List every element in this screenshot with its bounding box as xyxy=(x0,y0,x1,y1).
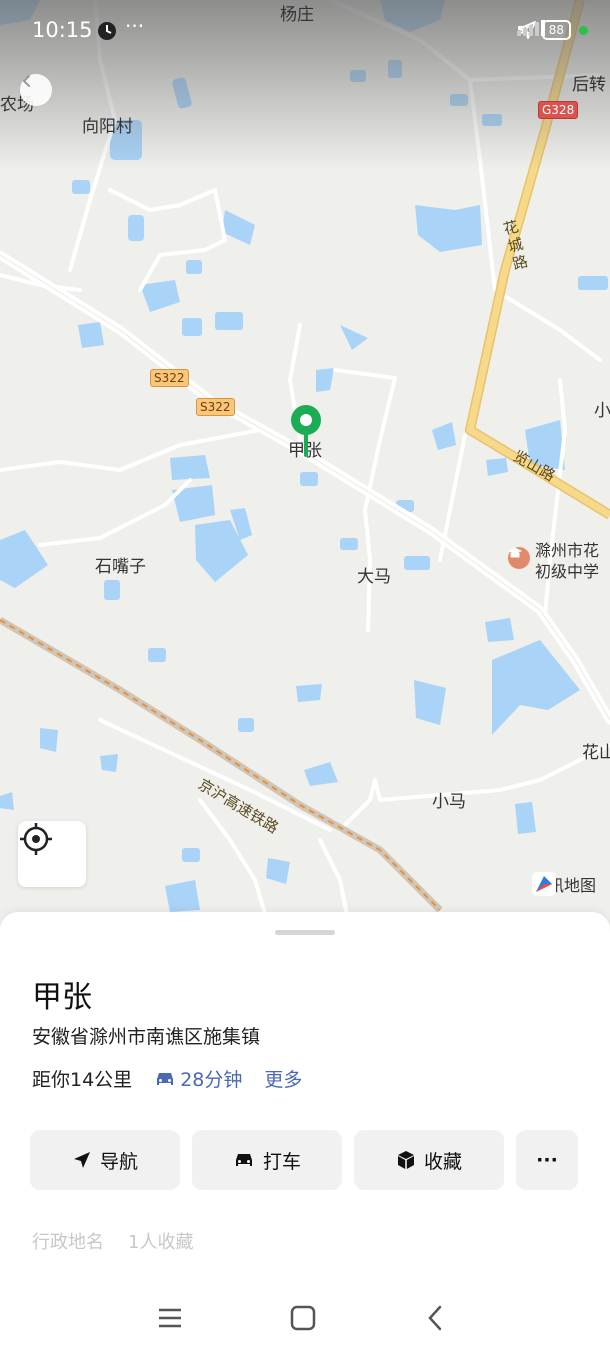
car-icon xyxy=(157,1072,174,1085)
g328-shield: G328 xyxy=(538,101,579,119)
map-label-huashan[interactable]: 花山 xyxy=(582,738,610,763)
drive-time-link[interactable]: 28分钟 xyxy=(154,1065,242,1092)
system-navigation-bar xyxy=(0,1280,610,1356)
battery-level: 88 xyxy=(548,23,564,37)
place-info-line: 距你14公里 28分钟 更多 xyxy=(32,1065,302,1092)
cube-icon xyxy=(397,1151,414,1169)
place-title: 甲张 xyxy=(32,980,92,1015)
system-back-button[interactable] xyxy=(415,1302,455,1334)
favorite-button[interactable]: 收藏 xyxy=(354,1130,504,1190)
status-indicators: 5G 88 xyxy=(517,20,588,40)
more-actions-button[interactable]: ··· xyxy=(516,1130,578,1190)
menu-lines-icon xyxy=(159,1308,181,1328)
navigate-button[interactable]: 导航 xyxy=(30,1130,180,1190)
place-tags: 行政地名 1人收藏 xyxy=(32,1228,193,1254)
map-label-houzhuan[interactable]: 后转 xyxy=(572,70,606,95)
distance-text: 距你14公里 xyxy=(32,1069,133,1091)
back-chevron-icon xyxy=(428,1305,442,1331)
map-label-shizuizi[interactable]: 石嘴子 xyxy=(95,552,146,577)
navigation-arrow-icon xyxy=(73,1152,90,1168)
map-label-xiao[interactable]: 小 xyxy=(594,396,610,421)
map-label-xiaoma[interactable]: 小马 xyxy=(432,787,466,812)
map-label-school[interactable]: 滁州市花 初级中学 xyxy=(535,540,599,582)
green-dot-indicator xyxy=(579,25,588,35)
school-label-line2: 初级中学 xyxy=(535,562,600,581)
school-icon[interactable] xyxy=(508,547,530,569)
crosshair-icon xyxy=(20,823,52,855)
navigate-label: 导航 xyxy=(99,1150,138,1173)
more-notifications-icon: ··· xyxy=(125,14,145,38)
taxi-button[interactable]: 打车 xyxy=(192,1130,342,1190)
place-address: 安徽省滁州市南谯区施集镇 xyxy=(32,1026,261,1048)
back-button[interactable] xyxy=(20,74,52,106)
taxi-car-icon xyxy=(235,1154,252,1166)
sheet-grabber-handle[interactable] xyxy=(275,930,335,935)
recent-apps-button[interactable] xyxy=(150,1302,190,1334)
action-buttons: 导航 打车 收藏 ··· xyxy=(30,1130,578,1190)
map-label-xiangyang[interactable]: 向阳村 xyxy=(82,112,133,137)
drive-time: 28分钟 xyxy=(180,1069,243,1091)
tag-favorites: 1人收藏 xyxy=(128,1232,194,1253)
square-home-icon xyxy=(290,1305,316,1331)
locate-me-button[interactable] xyxy=(18,821,86,887)
home-button[interactable] xyxy=(283,1302,323,1334)
school-label-line1: 滁州市花 xyxy=(535,541,600,560)
signal-weak-icon xyxy=(517,22,540,36)
status-bar: 10:15 ··· 5G 88 xyxy=(0,0,610,62)
tag-admin: 行政地名 xyxy=(32,1232,104,1253)
tencent-map-logo-icon xyxy=(531,872,556,896)
map-label-dama[interactable]: 大马 xyxy=(357,562,391,587)
s322-shield-1: S322 xyxy=(150,369,189,387)
status-time: 10:15 xyxy=(32,18,93,42)
ellipsis-icon: ··· xyxy=(536,1149,558,1171)
s322-shield-2: S322 xyxy=(196,398,235,416)
taxi-label: 打车 xyxy=(262,1150,301,1173)
map-brand: 腾讯地图 xyxy=(531,872,596,896)
favorite-label: 收藏 xyxy=(423,1150,462,1173)
more-link[interactable]: 更多 xyxy=(264,1065,302,1092)
map-view[interactable]: 杨庄 农场 向阳村 后转 G328 花城路 小 览山路 S322 S322 甲张… xyxy=(0,0,610,930)
